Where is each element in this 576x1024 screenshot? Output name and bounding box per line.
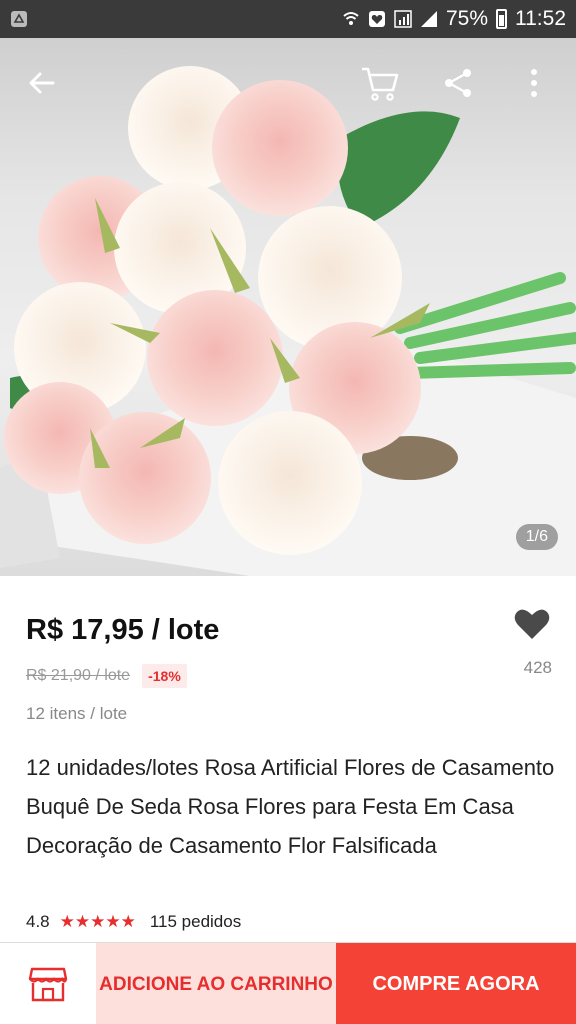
cart-icon <box>362 67 399 101</box>
signal-box-icon <box>394 10 412 28</box>
wifi-icon <box>343 12 359 25</box>
old-price: R$ 21,90 / lote <box>26 667 131 684</box>
status-bar: 75% 11:52 <box>0 0 576 38</box>
discount-badge: -18% <box>142 664 187 688</box>
share-button[interactable] <box>436 61 480 105</box>
product-screen: 75% 11:52 1/6 R$ 17,95 / lote R$ 21,90 /… <box>0 0 576 1024</box>
clock: 11:52 <box>515 7 566 30</box>
heart-icon <box>514 609 550 639</box>
store-icon <box>28 967 68 1002</box>
lot-info: 12 itens / lote <box>26 704 128 723</box>
buy-now-button[interactable]: COMPRE AGORA <box>336 943 576 1024</box>
status-left <box>10 10 28 28</box>
price: R$ 17,95 / lote <box>26 614 220 646</box>
orders-count: 115 pedidos <box>149 912 242 931</box>
status-right: 75% 11:52 <box>342 7 566 31</box>
product-info: R$ 17,95 / lote R$ 21,90 / lote -18% 12 … <box>0 576 576 942</box>
action-bar: ADICIONE AO CARRINHO COMPRE AGORA <box>0 942 576 1024</box>
cart-button[interactable] <box>358 61 402 105</box>
share-icon <box>445 69 471 97</box>
favorites-count: 428 <box>523 658 552 677</box>
product-title: 12 unidades/lotes Rosa Artificial Flores… <box>26 755 555 858</box>
rating-stars: ★★★★★ <box>59 912 136 931</box>
rating-value: 4.8 <box>26 912 50 931</box>
heart-notification-icon <box>368 11 385 27</box>
old-price-row: R$ 21,90 / lote -18% <box>26 664 187 688</box>
product-image-gallery[interactable]: 1/6 <box>0 38 576 576</box>
add-to-cart-button[interactable]: ADICIONE AO CARRINHO <box>96 943 336 1024</box>
battery-percent: 75% <box>445 7 488 30</box>
cell-signal-icon <box>420 11 437 27</box>
rating-row[interactable]: 4.8 ★★★★★ 115 pedidos <box>26 912 241 932</box>
image-toolbar <box>0 38 576 128</box>
recycle-notification-icon <box>11 11 27 27</box>
store-button[interactable] <box>0 943 96 1024</box>
favorite-button[interactable] <box>510 608 554 645</box>
more-options-button[interactable] <box>512 61 556 105</box>
image-counter: 1/6 <box>515 524 558 550</box>
battery-icon <box>496 9 507 29</box>
more-vert-icon <box>531 69 537 97</box>
back-arrow-icon <box>29 72 55 94</box>
back-button[interactable] <box>20 61 64 105</box>
